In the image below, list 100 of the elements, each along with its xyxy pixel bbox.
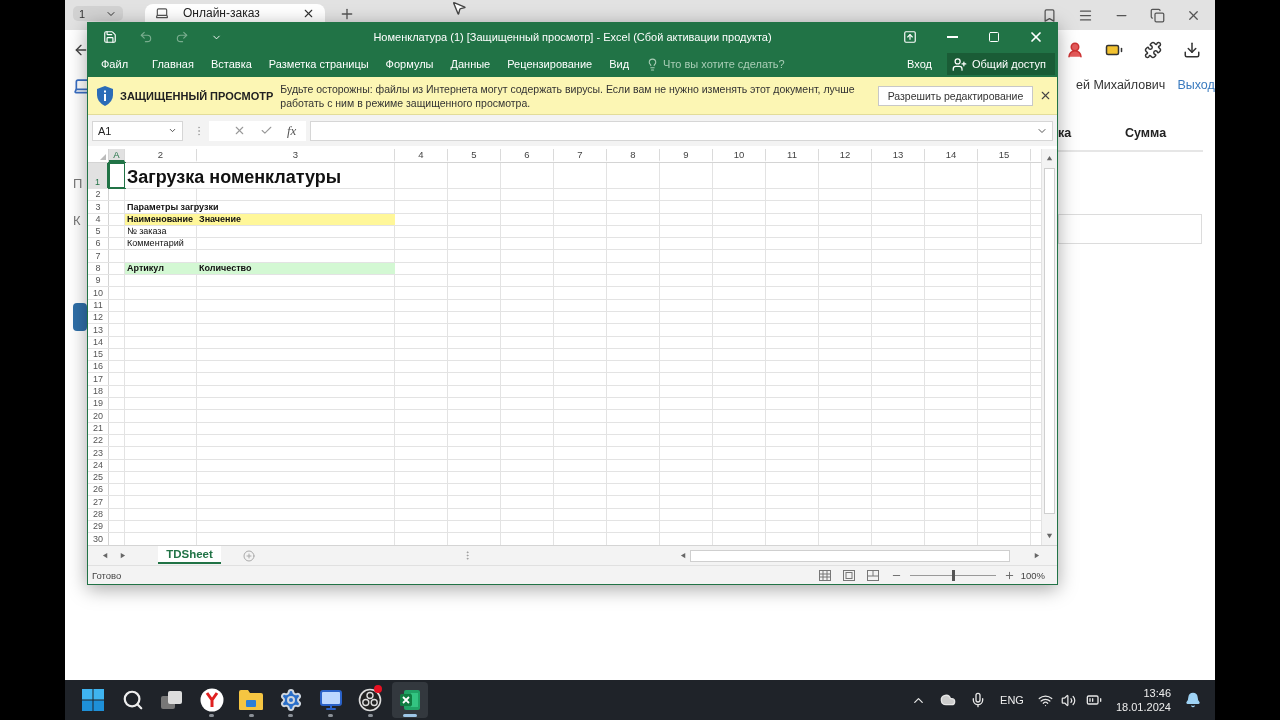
download-icon[interactable]	[1183, 41, 1201, 59]
row-header[interactable]: 20	[88, 410, 109, 422]
row-header[interactable]: 10	[88, 287, 109, 299]
row-header[interactable]: 7	[88, 250, 109, 262]
row-header[interactable]: 24	[88, 459, 109, 471]
page-layout-icon[interactable]	[842, 569, 855, 581]
gear-icon[interactable]	[278, 688, 303, 712]
row-header[interactable]: 23	[88, 447, 109, 459]
tab-counter-button[interactable]: 1	[73, 6, 123, 21]
arrow-up-icon	[903, 30, 917, 44]
row-header[interactable]: 3	[88, 201, 109, 213]
taskbar-button[interactable]	[391, 682, 428, 718]
clock[interactable]: 13:46 18.01.2024	[1115, 686, 1171, 714]
ribbon-tab[interactable]: Файл	[101, 58, 129, 70]
scroll-thumb[interactable]	[1044, 168, 1055, 514]
menu-icon[interactable]	[1078, 8, 1093, 23]
row-header[interactable]: 14	[88, 336, 109, 348]
row-header[interactable]: 16	[88, 361, 109, 373]
action-button[interactable]	[73, 303, 87, 331]
spreadsheet-icon[interactable]	[398, 689, 421, 711]
recorder-icon[interactable]	[358, 688, 383, 712]
chevron-icon	[168, 126, 177, 135]
ribbon-tab[interactable]: Вид	[609, 58, 630, 70]
search-icon[interactable]	[121, 689, 144, 711]
status-text: Готово	[92, 569, 122, 581]
bookmark-icon[interactable]	[1042, 8, 1057, 23]
row-header[interactable]: 26	[88, 484, 109, 496]
share-button[interactable]: Общий доступ	[947, 53, 1055, 75]
row-header[interactable]: 6	[88, 238, 109, 250]
row-header[interactable]: 9	[88, 275, 109, 287]
language-indicator[interactable]: ENG	[1000, 694, 1024, 706]
zoom-thumb[interactable]	[951, 569, 955, 581]
scroll-up-icon[interactable]	[1046, 155, 1053, 162]
page-break-icon[interactable]	[866, 569, 879, 581]
enter-icon[interactable]	[260, 124, 273, 137]
row-header[interactable]: 19	[88, 398, 109, 410]
scroll-left-icon[interactable]	[680, 552, 687, 559]
triangle-icon	[100, 154, 106, 160]
active-cell[interactable]	[109, 163, 125, 188]
row-header[interactable]: 29	[88, 521, 109, 533]
row-header[interactable]: 11	[88, 299, 109, 311]
windows-icon[interactable]	[82, 689, 104, 711]
ribbon-tab[interactable]: Данные	[450, 58, 491, 70]
zoom-in-icon[interactable]	[1003, 569, 1015, 581]
cancel-icon[interactable]	[233, 124, 246, 137]
laptop-icon	[73, 76, 87, 96]
extension-icon[interactable]	[1144, 41, 1162, 59]
battery-icon[interactable]	[1085, 692, 1102, 708]
wifi-icon[interactable]	[1037, 692, 1053, 708]
enable-editing-button[interactable]: Разрешить редактирование	[878, 85, 1033, 106]
folder-icon[interactable]	[238, 689, 265, 711]
cell-text: Артикул	[126, 263, 164, 275]
browser-icon[interactable]	[199, 688, 224, 712]
time-text: 13:46	[1143, 686, 1171, 700]
insert-function-button[interactable]: fx	[287, 122, 297, 139]
next-sheet-icon[interactable]	[119, 552, 126, 559]
tell-me-field[interactable]: Что вы хотите сделать?	[663, 58, 785, 70]
column-header[interactable]: A	[109, 149, 125, 162]
scroll-right-icon[interactable]	[1033, 552, 1040, 559]
row-header[interactable]: 13	[88, 324, 109, 336]
sign-in-button[interactable]: Вход	[901, 57, 938, 71]
cloud-icon[interactable]	[940, 692, 957, 708]
new-tab-icon[interactable]	[339, 6, 355, 22]
row-header[interactable]: 30	[88, 533, 109, 545]
row-header[interactable]: 17	[88, 373, 109, 385]
ribbon-tab[interactable]: Рецензирование	[507, 58, 593, 70]
volume-icon[interactable]	[1060, 692, 1076, 708]
ribbon-tab[interactable]: Вставка	[210, 58, 252, 70]
normal-view-icon[interactable]	[818, 569, 831, 581]
restore-icon[interactable]	[1150, 8, 1165, 23]
previous-sheet-icon[interactable]	[102, 552, 109, 559]
scroll-down-icon[interactable]	[1046, 532, 1053, 539]
formula-field[interactable]	[310, 120, 1053, 141]
row-header[interactable]: 1	[88, 163, 109, 188]
close-icon[interactable]	[1186, 8, 1201, 23]
row-header[interactable]: 4	[88, 213, 109, 225]
save-icon[interactable]	[103, 30, 117, 44]
back-icon[interactable]	[73, 42, 87, 58]
browser-tab[interactable]: Онлайн-заказ	[145, 4, 325, 22]
row-header[interactable]: 2	[88, 189, 109, 201]
sheet-tab[interactable]: TDSheet	[158, 545, 221, 564]
input-field[interactable]	[1058, 214, 1202, 244]
ribbon-tab[interactable]: Главная	[152, 58, 194, 70]
cell-text: Наименование	[126, 213, 194, 225]
message-title: ЗАЩИЩЕННЫЙ ПРОСМОТР	[120, 89, 274, 102]
task-view-icon[interactable]	[161, 690, 184, 710]
row-header[interactable]: 27	[88, 496, 109, 508]
monitor-icon[interactable]	[318, 688, 343, 712]
bell-icon[interactable]	[1185, 692, 1201, 708]
scroll-thumb[interactable]	[690, 549, 1010, 562]
user-icon[interactable]	[1066, 41, 1084, 59]
row-header[interactable]: 21	[88, 422, 109, 434]
vertical-scrollbar[interactable]	[1041, 149, 1057, 545]
ribbon-tab[interactable]: Разметка страницы	[268, 58, 369, 70]
name-box[interactable]: A1	[92, 120, 183, 141]
logout-link[interactable]: Выход	[1177, 78, 1215, 92]
cell-text: Комментарий	[126, 238, 184, 250]
cursor-icon	[451, 0, 467, 16]
ribbon-tab[interactable]: Формулы	[385, 58, 434, 70]
message-text: Будьте осторожны: файлы из Интернета могут содержать вирусы. Если вам не нужно изменять этот документ, лучше работать с ним в режиме защищенного просмотра.	[280, 81, 856, 110]
